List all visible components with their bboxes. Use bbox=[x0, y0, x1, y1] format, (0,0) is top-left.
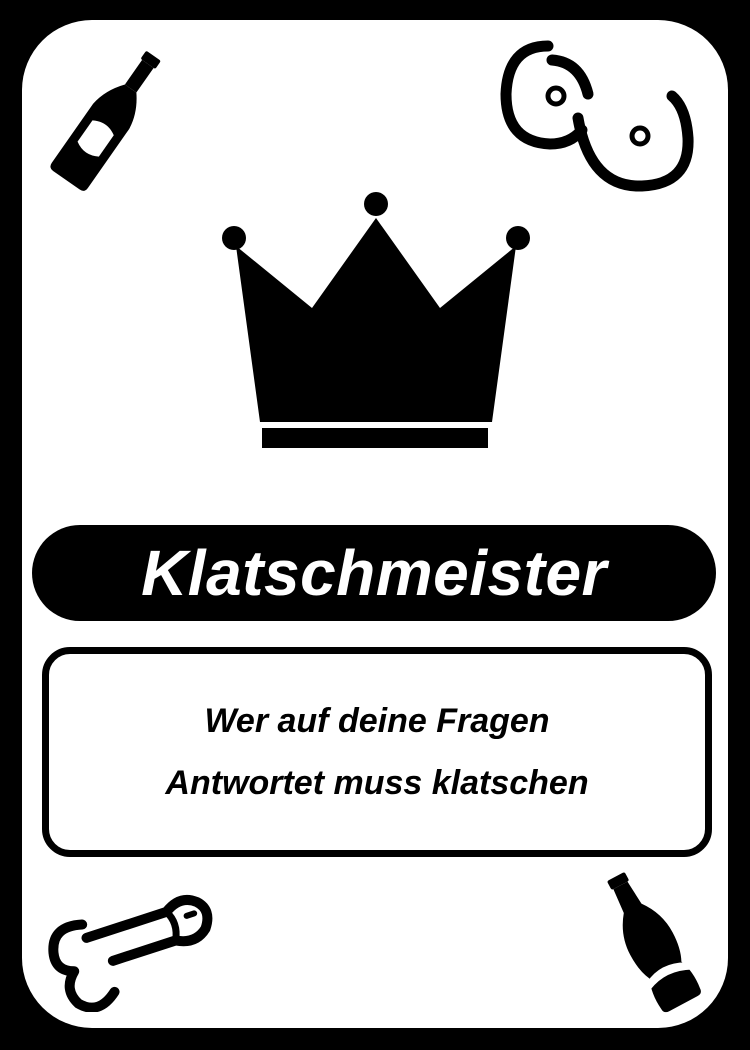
breasts-icon bbox=[500, 40, 694, 192]
crown-icon bbox=[222, 192, 530, 448]
beer-bottle-icon bbox=[50, 51, 161, 191]
card-frame: Klatschmeister Wer auf deine Fragen Antw… bbox=[0, 0, 750, 1050]
card-title: Klatschmeister bbox=[141, 537, 607, 609]
description-line-1: Wer auf deine Fragen bbox=[204, 702, 550, 740]
description-box: Wer auf deine Fragen Antwortet muss klat… bbox=[42, 647, 712, 857]
penis-icon bbox=[48, 894, 213, 1012]
game-card: Klatschmeister Wer auf deine Fragen Antw… bbox=[22, 20, 728, 1028]
description-line-2: Antwortet muss klatschen bbox=[165, 764, 589, 802]
title-banner: Klatschmeister bbox=[32, 525, 716, 621]
cola-bottle-icon bbox=[607, 872, 701, 1013]
